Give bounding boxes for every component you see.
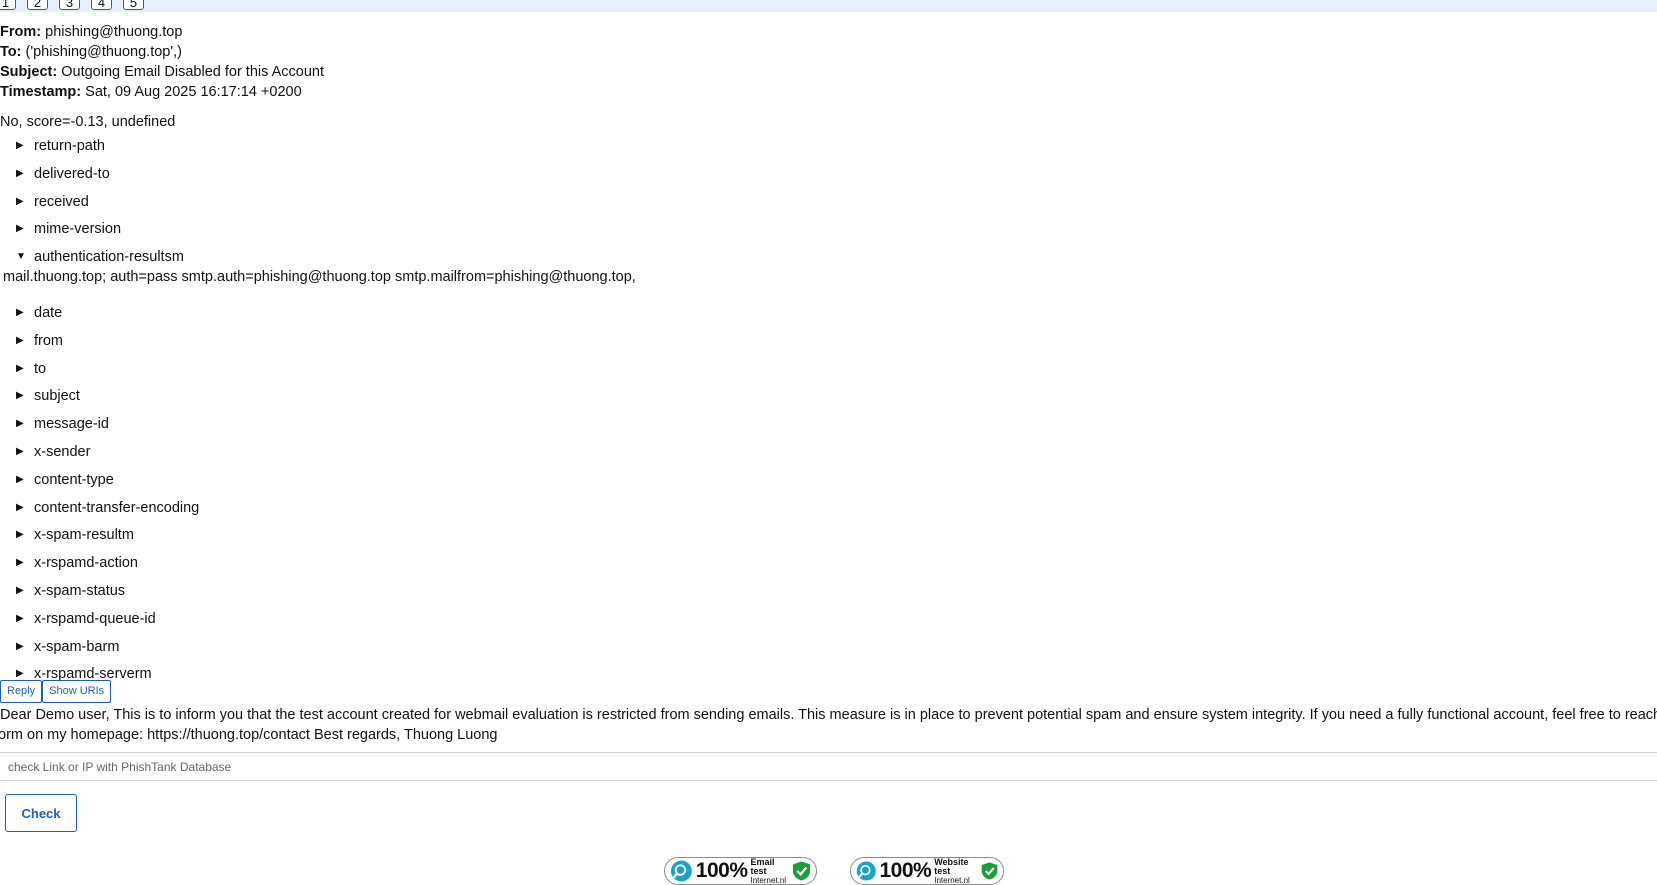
to-row: To: ('phishing@thuong.top',)	[0, 42, 324, 62]
action-buttons: Reply Show URIs	[0, 680, 112, 703]
header-toggle-delivered-to[interactable]: ▶ delivered-to	[0, 164, 1657, 192]
header-name: received	[34, 193, 89, 210]
caret-right-icon: ▶	[16, 557, 24, 569]
email-test-title: Email test	[750, 856, 775, 876]
caret-right-icon: ▶	[16, 473, 24, 485]
pagination-bar	[0, 0, 1657, 12]
caret-right-icon: ▶	[16, 501, 24, 513]
header-name: return-path	[34, 138, 105, 154]
header-name: content-transfer-encoding	[34, 499, 200, 516]
header-name: x-spam-resultm	[34, 527, 134, 544]
header-name: x-sender	[34, 443, 91, 460]
page-button-1[interactable]: 1	[0, 0, 16, 10]
from-label: From:	[0, 24, 42, 40]
header-name: x-spam-status	[34, 582, 126, 599]
website-test-label: Website test Internet.nl	[934, 856, 980, 885]
caret-right-icon: ▶	[16, 167, 24, 179]
from-row: From: phishing@thuong.top	[0, 22, 324, 42]
to-label: To:	[0, 44, 22, 60]
caret-right-icon: ▶	[16, 445, 24, 457]
header-name: date	[34, 304, 63, 321]
caret-right-icon: ▶	[16, 140, 24, 151]
header-name: from	[34, 332, 63, 349]
page-button-3[interactable]: 3	[59, 0, 80, 10]
header-toggle-return-path[interactable]: ▶ return-path	[0, 136, 1657, 164]
caret-right-icon: ▶	[16, 584, 24, 596]
caret-right-icon: ▶	[16, 334, 24, 346]
header-name: delivered-to	[34, 165, 110, 182]
email-test-percent: 100%	[695, 859, 748, 882]
timestamp-value: Sat, 09 Aug 2025 16:17:14 +0200	[85, 84, 302, 100]
email-body-line-1: Dear Demo user, This is to inform you th…	[0, 707, 1657, 723]
page-button-5[interactable]: 5	[123, 0, 144, 10]
header-toggle-to[interactable]: ▶ to	[0, 359, 1657, 387]
check-button[interactable]: Check	[5, 794, 77, 832]
subject-label: Subject:	[0, 64, 58, 80]
email-test-site: Internet.nl	[750, 875, 787, 885]
internet-nl-logo-icon	[856, 861, 876, 881]
header-value-authentication-resultsm: mail.thuong.top; auth=pass smtp.auth=phi…	[3, 268, 636, 285]
email-test-badge[interactable]: 100% Email test Internet.nl	[664, 857, 817, 885]
reply-button[interactable]: Reply	[0, 680, 43, 703]
caret-right-icon: ▶	[16, 362, 24, 374]
header-toggle-x-sender[interactable]: ▶ x-sender	[0, 442, 1657, 470]
website-test-title: Website test	[934, 856, 969, 876]
page-button-4[interactable]: 4	[91, 0, 112, 10]
header-toggle-from[interactable]: ▶ from	[0, 331, 1657, 359]
website-test-badge[interactable]: 100% Website test Internet.nl	[850, 857, 1004, 885]
spam-score: No, score=-0.13, undefined	[0, 114, 176, 130]
caret-right-icon: ▶	[16, 223, 24, 235]
subject-value: Outgoing Email Disabled for this Account	[61, 64, 324, 80]
header-name: subject	[34, 388, 80, 405]
header-toggle-received[interactable]: ▶ received	[0, 192, 1657, 220]
phishtank-input[interactable]	[0, 752, 1657, 781]
header-name: authentication-resultsm	[34, 249, 184, 266]
header-toggle-x-rspamd-serverm[interactable]: ▶ x-rspamd-serverm	[0, 664, 1657, 692]
caret-right-icon: ▶	[16, 195, 24, 207]
header-name: x-rspamd-queue-id	[34, 610, 156, 627]
header-toggle-x-spam-status[interactable]: ▶ x-spam-status	[0, 581, 1657, 609]
internet-nl-logo-icon	[670, 860, 692, 882]
header-name: x-spam-barm	[34, 638, 120, 655]
shield-check-icon	[792, 861, 811, 881]
header-list: ▶ return-path ▶ delivered-to ▶ received ▶ mime-…	[0, 136, 1657, 692]
shield-check-icon	[981, 862, 998, 880]
show-uris-button[interactable]: Show URIs	[42, 680, 112, 703]
caret-right-icon: ▶	[16, 306, 24, 318]
header-toggle-x-spam-barm[interactable]: ▶ x-spam-barm	[0, 637, 1657, 665]
header-toggle-content-transfer-encoding[interactable]: ▶ content-transfer-encoding	[0, 498, 1657, 526]
header-toggle-x-rspamd-action[interactable]: ▶ x-rspamd-action	[0, 553, 1657, 581]
header-toggle-x-spam-resultm[interactable]: ▶ x-spam-resultm	[0, 525, 1657, 553]
header-toggle-date[interactable]: ▶ date	[0, 303, 1657, 331]
header-toggle-subject[interactable]: ▶ subject	[0, 386, 1657, 414]
pagination: 1 2 3 4 5	[0, 0, 144, 10]
header-name: to	[34, 360, 47, 377]
header-name: content-type	[34, 471, 114, 488]
email-metadata: From: phishing@thuong.top To: ('phishing…	[0, 22, 324, 102]
header-toggle-mime-version[interactable]: ▶ mime-version	[0, 219, 1657, 247]
caret-right-icon: ▶	[16, 640, 24, 652]
caret-right-icon: ▶	[16, 612, 24, 624]
website-test-percent: 100%	[879, 859, 932, 882]
subject-row: Subject: Outgoing Email Disabled for thi…	[0, 62, 324, 82]
from-value: phishing@thuong.top	[45, 24, 183, 40]
timestamp-label: Timestamp:	[0, 84, 82, 100]
to-value: ('phishing@thuong.top',)	[25, 44, 183, 60]
header-toggle-content-type[interactable]: ▶ content-type	[0, 470, 1657, 498]
header-name: message-id	[34, 416, 109, 433]
caret-right-icon: ▶	[16, 418, 24, 430]
caret-right-icon: ▶	[16, 390, 24, 402]
website-test-site: Internet.nl	[934, 875, 970, 885]
email-body: Dear Demo user, This is to inform you th…	[0, 705, 1657, 745]
email-body-line-2: orm on my homepage: https://thuong.top/c…	[0, 727, 498, 743]
header-toggle-message-id[interactable]: ▶ message-id	[0, 414, 1657, 442]
page-button-2[interactable]: 2	[27, 0, 48, 10]
header-toggle-x-rspamd-queue-id[interactable]: ▶ x-rspamd-queue-id	[0, 609, 1657, 637]
caret-right-icon: ▶	[16, 529, 24, 541]
header-name: mime-version	[34, 221, 122, 238]
caret-down-icon: ▼	[16, 251, 26, 263]
header-name: x-rspamd-action	[34, 555, 138, 572]
email-test-label: Email test Internet.nl	[750, 856, 792, 885]
timestamp-row: Timestamp: Sat, 09 Aug 2025 16:17:14 +02…	[0, 82, 324, 102]
